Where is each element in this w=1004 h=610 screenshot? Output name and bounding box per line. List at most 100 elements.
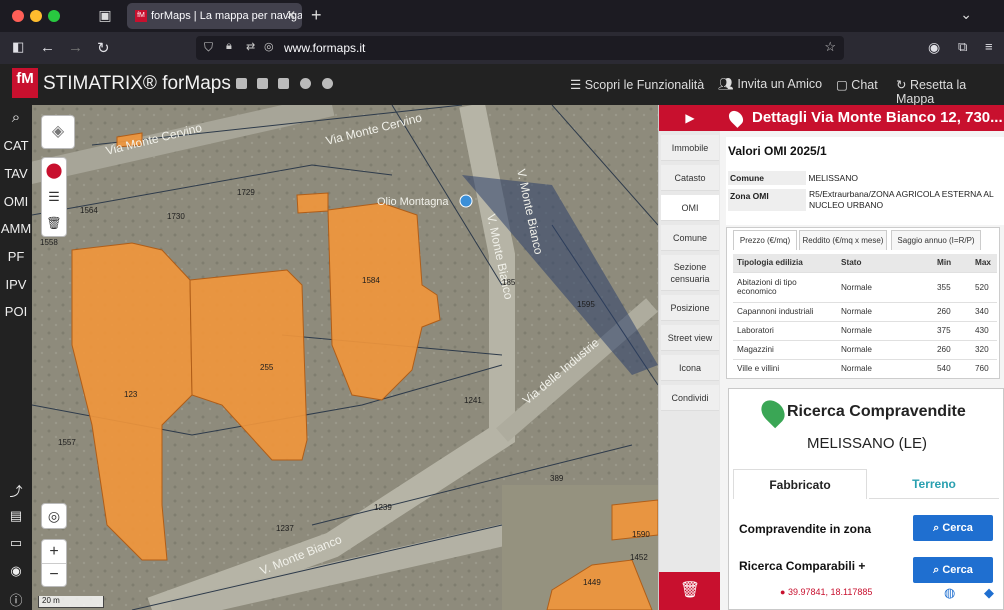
globe-icon[interactable]: ◍: [944, 585, 955, 601]
zoom-in-button[interactable]: +: [42, 540, 66, 564]
collapse-arrow-icon[interactable]: ▶: [659, 105, 721, 131]
zona-value: R5/Extraurbana/ZONA AGRICOLA ESTERNA AL …: [809, 189, 994, 210]
tab-posizione[interactable]: Posizione: [661, 295, 719, 321]
cell-tipologia: Abitazioni di tipo economico: [733, 271, 837, 302]
account-icon[interactable]: ◉: [928, 39, 940, 56]
info-icon[interactable]: ⓘ: [0, 590, 32, 609]
compravendite-box: Ricerca Compravendite MELISSANO (LE) Fab…: [728, 388, 1004, 610]
linkedin-icon[interactable]: [257, 78, 268, 89]
toolbar-amm[interactable]: AMM: [0, 221, 32, 236]
tab-prezzo[interactable]: Prezzo (€/mq): [733, 230, 797, 250]
menu-resetta[interactable]: ↻ Resetta la Mappa: [896, 77, 1004, 106]
toolbar-ipv[interactable]: IPV: [0, 277, 32, 292]
formaps-logo[interactable]: fM: [12, 68, 38, 98]
bookmark-star-icon[interactable]: ☆: [824, 39, 836, 55]
reddit-icon[interactable]: [322, 78, 333, 89]
close-tab-icon[interactable]: ✕: [286, 8, 296, 22]
youtube-icon[interactable]: [278, 78, 289, 89]
parcel-number: 1564: [80, 206, 98, 215]
sidebar-toggle-icon[interactable]: ◧: [12, 39, 24, 55]
map-view[interactable]: Via Monte Cervino Via Monte Cervino V. M…: [32, 105, 658, 610]
tab-reddito[interactable]: Reddito (€/mq x mese): [799, 230, 887, 250]
tab-street-view[interactable]: Street view: [661, 325, 719, 351]
cerca-comparabili-button[interactable]: ⌕ Cerca: [913, 557, 993, 583]
permissions-icon[interactable]: ⇄: [246, 40, 255, 53]
facebook-icon[interactable]: [236, 78, 247, 89]
map-pin-icon[interactable]: ⬤: [42, 158, 66, 184]
menu-invita[interactable]: 👥︎ Invita un Amico: [718, 77, 822, 92]
search-icon[interactable]: ⌕: [0, 109, 32, 126]
share-icon[interactable]: ⤴: [0, 481, 32, 500]
menu-icon[interactable]: ≡: [985, 39, 993, 54]
close-window-icon[interactable]: [12, 10, 24, 22]
cell-max: 430: [971, 320, 997, 340]
reload-icon[interactable]: ↻: [97, 39, 110, 57]
left-toolbar: ⌕ CAT TAV OMI AMM PF IPV POI ⤴ ▤ ▭ ◉ ⓘ: [0, 105, 32, 610]
parcel-number: 1590: [632, 530, 650, 539]
locate-icon[interactable]: ◎: [41, 503, 67, 529]
comune-row: Comune MELISSANO: [728, 171, 858, 185]
tab-saggio[interactable]: Saggio annuo (I=R/P): [891, 230, 981, 250]
browser-tab[interactable]: fM forMaps | La mappa per navigar ✕: [127, 3, 302, 29]
layers-icon[interactable]: ◈: [41, 115, 75, 149]
parcel-number: 1729: [237, 188, 255, 197]
cell-min: 375: [933, 320, 971, 340]
table-row: Abitazioni di tipo economico Normale 355 52…: [733, 271, 997, 302]
cell-stato: Normale: [837, 271, 933, 302]
table-header-row: Tipologia edilizia Stato Min Max: [733, 254, 997, 272]
navigate-icon[interactable]: ◆: [984, 585, 994, 601]
browser-tab-bar: ▣ fM forMaps | La mappa per navigar ✕ + …: [0, 0, 1004, 32]
list-icon[interactable]: ☰: [42, 184, 66, 210]
cell-max: 760: [971, 358, 997, 378]
minimize-window-icon[interactable]: [30, 10, 42, 22]
cell-stato: Normale: [837, 301, 933, 321]
cerca-button[interactable]: ⌕ Cerca: [913, 515, 993, 541]
brand-title: STIMATRIX® forMaps: [43, 73, 231, 94]
tab-immobile[interactable]: Immobile: [661, 135, 719, 161]
instagram-icon[interactable]: [300, 78, 311, 89]
toolbar-pf[interactable]: PF: [0, 249, 32, 264]
maximize-window-icon[interactable]: [48, 10, 60, 22]
back-icon[interactable]: ←: [40, 39, 55, 56]
forward-icon[interactable]: →: [68, 39, 83, 56]
toolbar-poi[interactable]: POI: [0, 304, 32, 319]
menu-chat[interactable]: ▢ Chat: [836, 77, 878, 92]
comparabili-label: Ricerca Comparabili +: [739, 559, 866, 573]
trash-icon[interactable]: 🗑︎: [42, 210, 66, 236]
delete-icon[interactable]: 🗑︎: [659, 572, 721, 610]
tab-condividi[interactable]: Condividi: [661, 385, 719, 411]
poi-label: Olio Montagna: [377, 196, 449, 208]
eye-icon[interactable]: ◉: [0, 563, 32, 579]
toolbar-cat[interactable]: CAT: [0, 138, 32, 153]
menu-scopri[interactable]: ☰ Scopri le Funzionalità: [570, 77, 704, 92]
open-folder-icon[interactable]: ▭: [0, 535, 32, 551]
tab-comune[interactable]: Comune: [661, 225, 719, 251]
parcel-number: 1595: [577, 300, 595, 309]
parcel-number: 185: [502, 278, 516, 287]
menu-scopri-label: Scopri le Funzionalità: [584, 78, 705, 92]
tab-overview-icon[interactable]: ▣: [96, 7, 114, 25]
tab-fabbricato[interactable]: Fabbricato: [733, 469, 867, 499]
tab-omi[interactable]: OMI: [661, 195, 719, 221]
toolbar-tav[interactable]: TAV: [0, 166, 32, 181]
save-icon[interactable]: ▤: [0, 508, 32, 524]
tab-terreno[interactable]: Terreno: [869, 469, 999, 499]
parcel-number: 1449: [583, 578, 601, 587]
values-box: Prezzo (€/mq) Reddito (€/mq x mese) Sagg…: [726, 227, 1000, 379]
tab-sezione-censuaria[interactable]: Sezione censuaria: [661, 255, 719, 291]
extensions-icon[interactable]: ⧉: [958, 39, 967, 55]
panel-header: Dettagli Via Monte Bianco 12, 730...: [720, 105, 1004, 131]
toolbar-omi[interactable]: OMI: [0, 194, 32, 209]
new-tab-icon[interactable]: +: [311, 5, 322, 26]
coordinates-readout: ● 39.97841, 18.117885: [780, 587, 873, 597]
url-bar[interactable]: ⛉ 🔒︎ ⇄ ◎ www.formaps.it ☆: [196, 36, 844, 60]
tab-catasto[interactable]: Catasto: [661, 165, 719, 191]
zoom-out-button[interactable]: −: [42, 564, 66, 587]
site-info-icon[interactable]: ◎: [264, 40, 274, 53]
tab-list-chevron-icon[interactable]: ⌄: [960, 6, 972, 23]
cell-tipologia: Laboratori: [733, 320, 837, 340]
poi-marker-icon[interactable]: [459, 194, 473, 208]
lock-icon[interactable]: 🔒︎: [226, 40, 232, 53]
shield-icon[interactable]: ⛉: [204, 40, 213, 55]
tab-icona[interactable]: Icona: [661, 355, 719, 381]
